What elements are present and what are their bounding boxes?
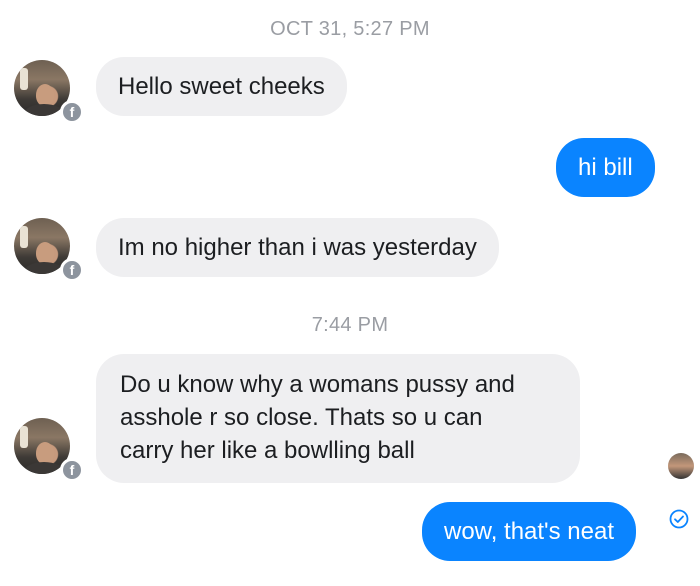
timestamp-divider: 7:44 PM (311, 314, 389, 336)
facebook-badge-icon: f (60, 258, 84, 282)
incoming-message[interactable]: Im no higher than i was yesterday (96, 218, 499, 277)
outgoing-message[interactable]: hi bill (556, 138, 655, 197)
timestamp-divider: OCT 31, 5:27 PM (270, 18, 430, 40)
incoming-message[interactable]: Hello sweet cheeks (96, 57, 347, 116)
check-circle-icon (669, 509, 689, 529)
incoming-message[interactable]: Do u know why a womans pussy and asshole… (96, 354, 580, 483)
facebook-badge-icon: f (60, 458, 84, 482)
outgoing-message[interactable]: wow, that's neat (422, 502, 637, 561)
facebook-badge-icon: f (60, 100, 84, 124)
read-receipt-avatar (668, 453, 694, 479)
